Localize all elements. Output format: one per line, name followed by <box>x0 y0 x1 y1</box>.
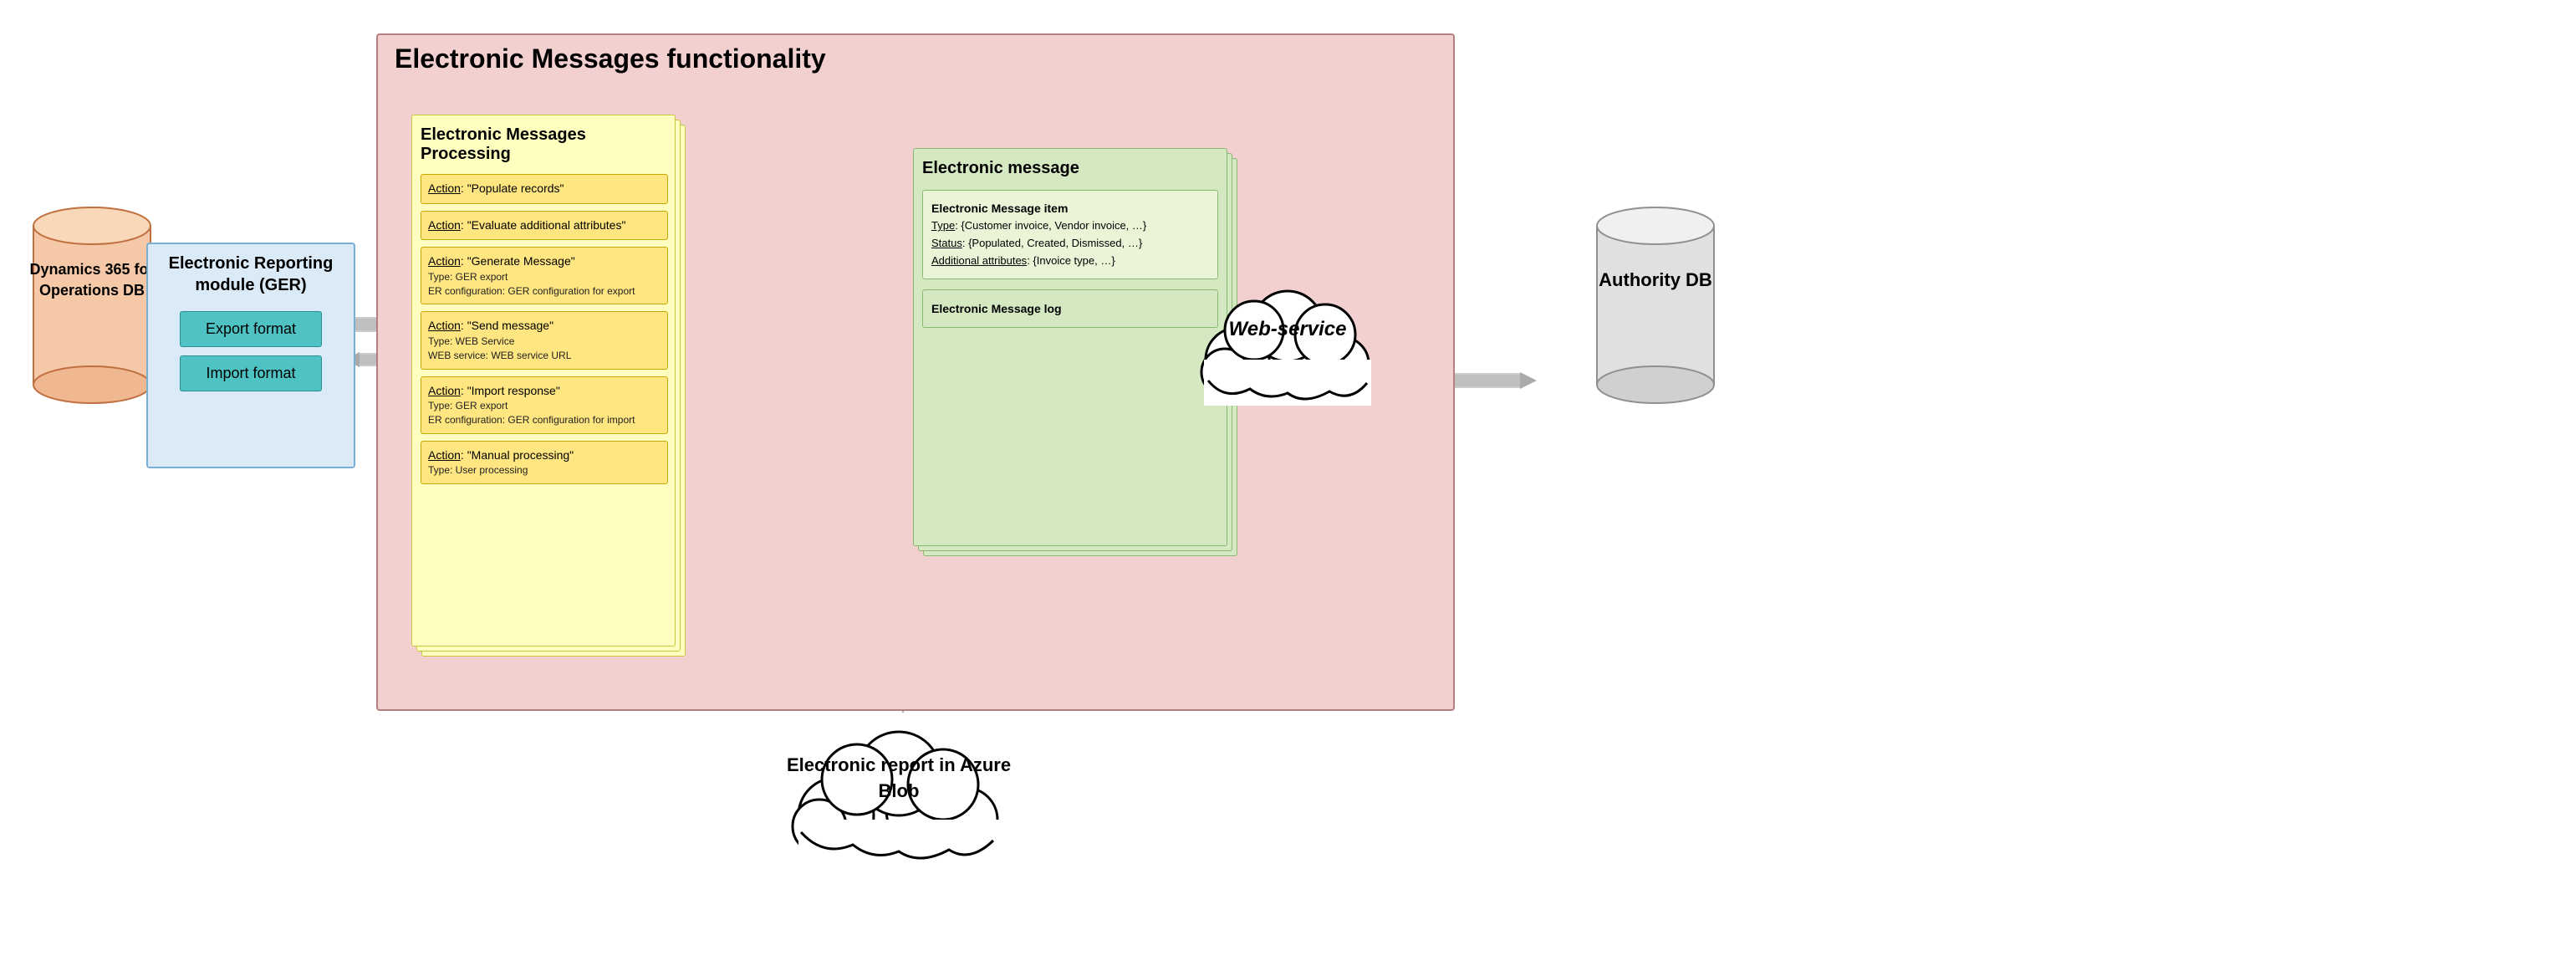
export-format-button[interactable]: Export format <box>180 311 322 347</box>
detail-line-3-0: Type: WEB Service <box>428 335 661 349</box>
webservice-label: Web-service <box>1196 318 1380 341</box>
action-box-3: Action: "Send message" Type: WEB Service… <box>421 311 668 369</box>
action-box-2: Action: "Generate Message" Type: GER exp… <box>421 247 668 304</box>
em-processing-content: Electronic Messages Processing Action: "… <box>412 115 676 647</box>
em-item-box: Electronic Message item Type: {Customer … <box>922 190 1218 279</box>
azure-blob-cloud: Electronic report in Azure Blob <box>786 686 1012 895</box>
em-message-section: Electronic message Electronic Message it… <box>913 148 1231 549</box>
detail-line-4-1: ER configuration: GER configuration for … <box>428 413 661 427</box>
detail-line-5-0: Type: User processing <box>428 463 661 478</box>
authority-db-cylinder-svg <box>1589 184 1722 418</box>
authority-db: Authority DB <box>1589 184 1722 418</box>
paper-page-1: Electronic Messages Processing Action: "… <box>411 115 676 646</box>
em-processing-title: Electronic Messages Processing <box>421 125 668 164</box>
action-line-3: Action: "Send message" <box>428 318 661 335</box>
detail-line-2-1: ER configuration: GER configuration for … <box>428 284 661 299</box>
er-module-box: Electronic Reportingmodule (GER) Export … <box>146 243 355 468</box>
dynamics-db-label: Dynamics 365 for Operations DB <box>25 259 159 301</box>
em-item-title: Electronic Message item <box>931 199 1209 217</box>
em-processing-section: Electronic Messages Processing Action: "… <box>411 115 687 658</box>
import-format-button[interactable]: Import format <box>180 355 322 391</box>
detail-line-4-0: Type: GER export <box>428 399 661 413</box>
em-message-title: Electronic message <box>922 159 1218 178</box>
dynamics-db: Dynamics 365 for Operations DB <box>25 184 159 418</box>
action-line-5: Action: "Manual processing" <box>428 447 661 464</box>
em-item-attributes: Additional attributes: {Invoice type, …} <box>931 253 1209 270</box>
action-box-5: Action: "Manual processing" Type: User p… <box>421 441 668 484</box>
azure-blob-label: Electronic report in Azure Blob <box>786 753 1012 805</box>
em-message-page-1: Electronic message Electronic Message it… <box>913 148 1227 546</box>
action-line-4: Action: "Import response" <box>428 383 661 400</box>
action-box-1: Action: "Evaluate additional attributes" <box>421 211 668 241</box>
em-item-type: Type: {Customer invoice, Vendor invoice,… <box>931 217 1209 235</box>
action-line-0: Action: "Populate records" <box>428 181 661 197</box>
diagram-container: Dynamics 365 for Operations DB Authority… <box>0 0 2576 971</box>
em-log-box: Electronic Message log <box>922 289 1218 328</box>
detail-line-2-0: Type: GER export <box>428 270 661 284</box>
em-functionality-title: Electronic Messages functionality <box>395 43 826 74</box>
er-module-title: Electronic Reportingmodule (GER) <box>148 244 354 303</box>
action-line-1: Action: "Evaluate additional attributes" <box>428 217 661 234</box>
action-line-2: Action: "Generate Message" <box>428 253 661 270</box>
webservice-cloud: Web-service <box>1196 251 1380 418</box>
authority-db-label: Authority DB <box>1589 268 1722 294</box>
detail-line-3-1: WEB service: WEB service URL <box>428 349 661 363</box>
em-item-status: Status: {Populated, Created, Dismissed, … <box>931 235 1209 253</box>
action-box-0: Action: "Populate records" <box>421 174 668 204</box>
action-box-4: Action: "Import response" Type: GER expo… <box>421 376 668 434</box>
